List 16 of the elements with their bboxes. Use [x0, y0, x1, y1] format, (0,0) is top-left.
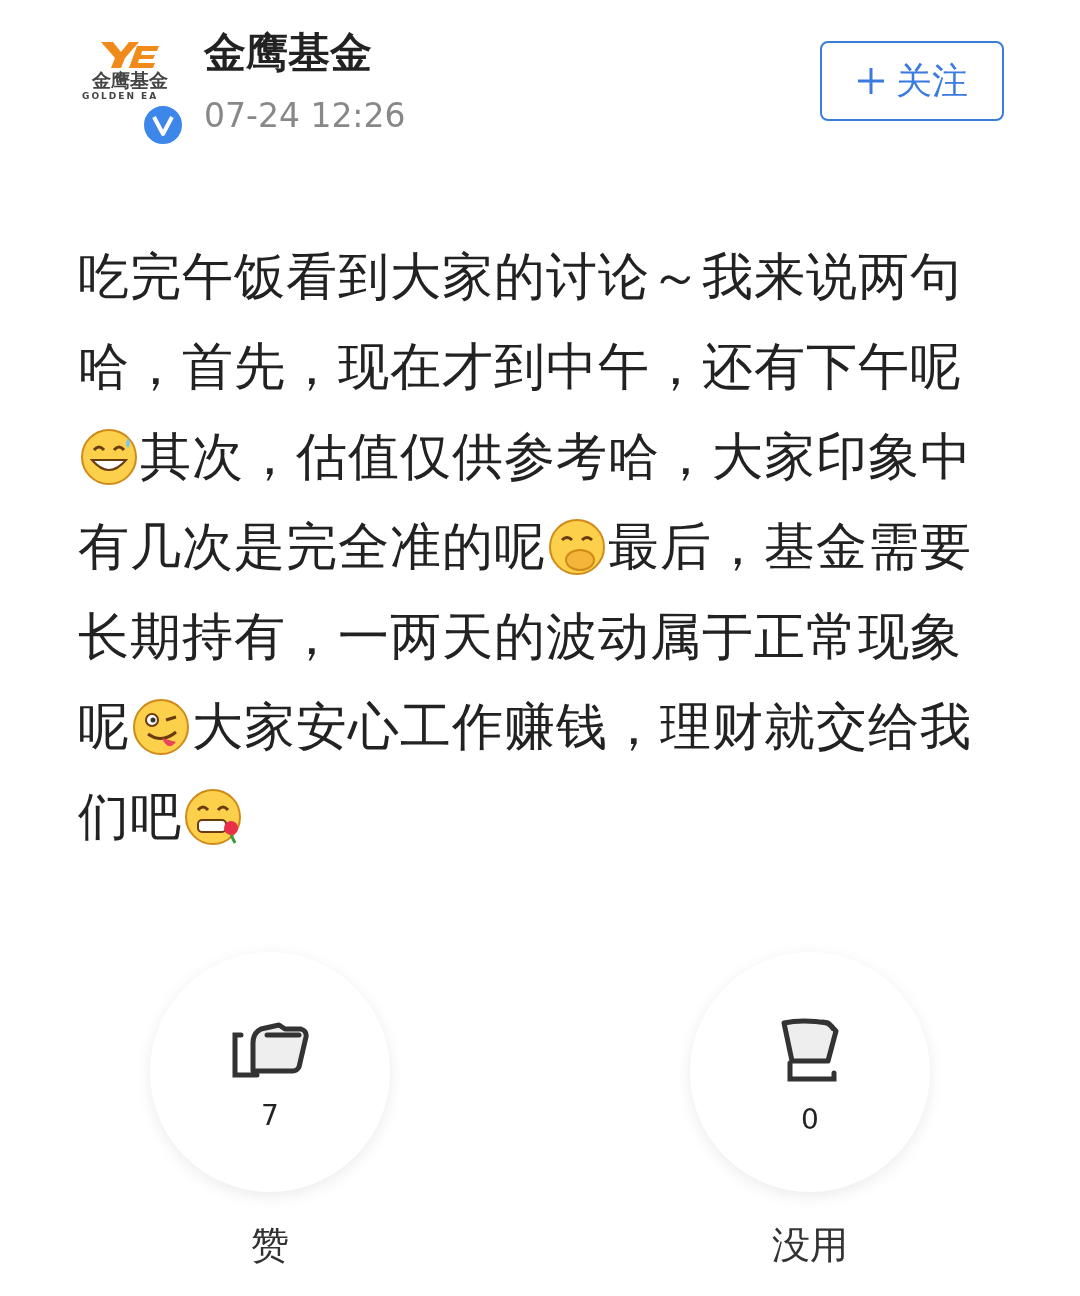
emoji-icon	[132, 698, 190, 756]
emoji-icon	[80, 428, 138, 486]
post-time: 07-24 12:26	[204, 96, 407, 136]
post-text: 吃完午饭看到大家的讨论～我来说两句哈，首先，现在才到中午，还有下午呢 其次，估值仅供参考哈，大家印象中有几次是完全准的呢 最后，基金需要长期持有，一两天的波动属于正常现象呢 大家安心工作赚钱，理财就交给我们吧	[78, 246, 973, 848]
emoji-icon	[548, 518, 606, 576]
emoji-icon	[184, 788, 242, 846]
useless-button[interactable]: 0	[690, 952, 930, 1192]
author-name: 金鹰基金	[204, 28, 373, 79]
reaction-label: 赞	[251, 1222, 289, 1269]
reaction-label: 没用	[772, 1222, 848, 1269]
follow-button[interactable]: 关注	[820, 41, 1004, 121]
logo-text: 金鹰基金	[92, 70, 168, 91]
plus-icon	[856, 66, 886, 96]
logo-mark-icon	[99, 40, 161, 70]
logo-text: GOLDEN EA	[82, 90, 159, 101]
like-button[interactable]: 7	[150, 952, 390, 1192]
